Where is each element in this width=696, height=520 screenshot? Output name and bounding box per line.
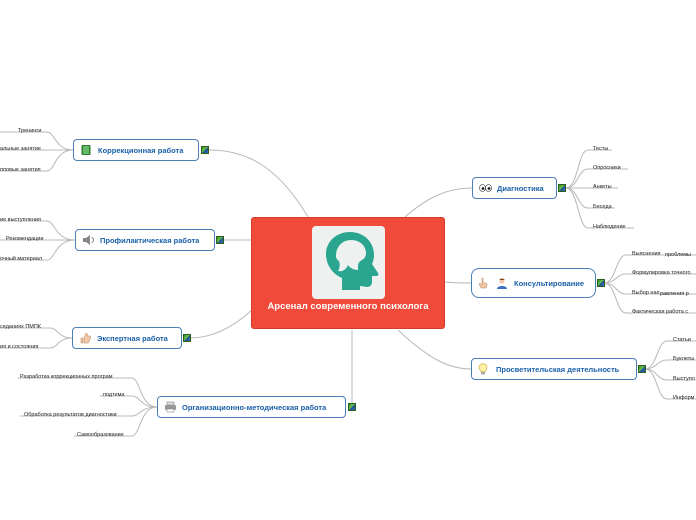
branch-education[interactable]: Просветительская деятельность (471, 358, 637, 380)
list-item[interactable]: Статьи (673, 337, 691, 344)
branch-expert-label: Экспертная работа (97, 333, 168, 343)
head-silhouette-icon (312, 226, 385, 299)
branch-diagnostics-label: Диагностика (497, 183, 544, 193)
branch-expert[interactable]: Экспертная работа (72, 327, 182, 349)
branch-correction-label: Коррекционная работа (98, 145, 184, 155)
lightbulb-icon (478, 363, 491, 375)
list-item[interactable]: Анкеты (593, 184, 612, 191)
list-item[interactable]: Информ (673, 395, 694, 402)
central-topic[interactable]: Арсенал современного психолога (251, 217, 445, 329)
thumbs-up-icon (79, 332, 92, 344)
list-item[interactable]: Беседа (593, 204, 612, 211)
eyes-icon (479, 182, 492, 194)
list-item[interactable]: альные занятие (0, 146, 41, 153)
list-item[interactable]: Тренинги (18, 128, 41, 135)
speaker-icon (82, 234, 95, 246)
printer-icon (164, 401, 177, 413)
branch-consulting-label: Консультирование (514, 278, 585, 288)
branch-education-label: Просветительская деятельность (496, 364, 620, 374)
link-flag-icon[interactable] (558, 184, 566, 192)
list-item[interactable]: Тесты (593, 146, 608, 153)
link-flag-icon[interactable] (216, 236, 224, 244)
branch-consulting[interactable]: Консультирование (471, 268, 596, 298)
person-icon (496, 277, 509, 289)
list-item[interactable]: Рекомендации (6, 236, 43, 243)
link-flag-icon[interactable] (348, 403, 356, 411)
list-item[interactable]: ия и состояния (0, 344, 38, 351)
list-item[interactable]: Опросники (593, 165, 621, 172)
list-item[interactable]: Наблюдение (593, 224, 626, 231)
list-item[interactable]: Выяснения (632, 251, 661, 258)
book-icon (80, 144, 93, 156)
branch-correction[interactable]: Коррекционная работа (73, 139, 199, 161)
list-item[interactable]: проблемы (665, 252, 691, 259)
list-item[interactable]: седаниях ПМПК (0, 324, 41, 331)
hand-icon (478, 277, 491, 289)
list-item[interactable]: пповые занятия (0, 167, 41, 174)
list-item[interactable]: ие выступления (0, 217, 41, 224)
list-item[interactable]: Выбор нап (632, 290, 660, 297)
branch-diagnostics[interactable]: Диагностика (472, 177, 557, 199)
link-flag-icon[interactable] (201, 146, 209, 154)
central-topic-title: Арсенал современного психолога (267, 301, 429, 312)
list-item[interactable]: Самообразование (77, 432, 124, 439)
list-item[interactable]: Буклеты (673, 356, 694, 363)
link-flag-icon[interactable] (597, 279, 605, 287)
branch-prevention-label: Профилактическая работа (100, 235, 200, 245)
list-item[interactable]: Разработка коррекционных програм (20, 374, 113, 381)
branch-method-label: Организационно-методическая работа (182, 402, 327, 412)
list-item[interactable]: Формулировка точного (632, 270, 691, 277)
branch-method[interactable]: Организационно-методическая работа (157, 396, 346, 418)
list-item[interactable]: Обработка результатов диагностики (24, 412, 117, 419)
link-flag-icon[interactable] (183, 334, 191, 342)
link-flag-icon[interactable] (638, 365, 646, 373)
list-item[interactable]: равления р (660, 291, 689, 298)
list-item[interactable]: очный материал (0, 256, 42, 263)
branch-prevention[interactable]: Профилактическая работа (75, 229, 215, 251)
list-item[interactable]: Выступл (673, 376, 695, 383)
list-item[interactable]: подтема (103, 392, 124, 399)
list-item[interactable]: Фактическая работа с (632, 309, 688, 316)
